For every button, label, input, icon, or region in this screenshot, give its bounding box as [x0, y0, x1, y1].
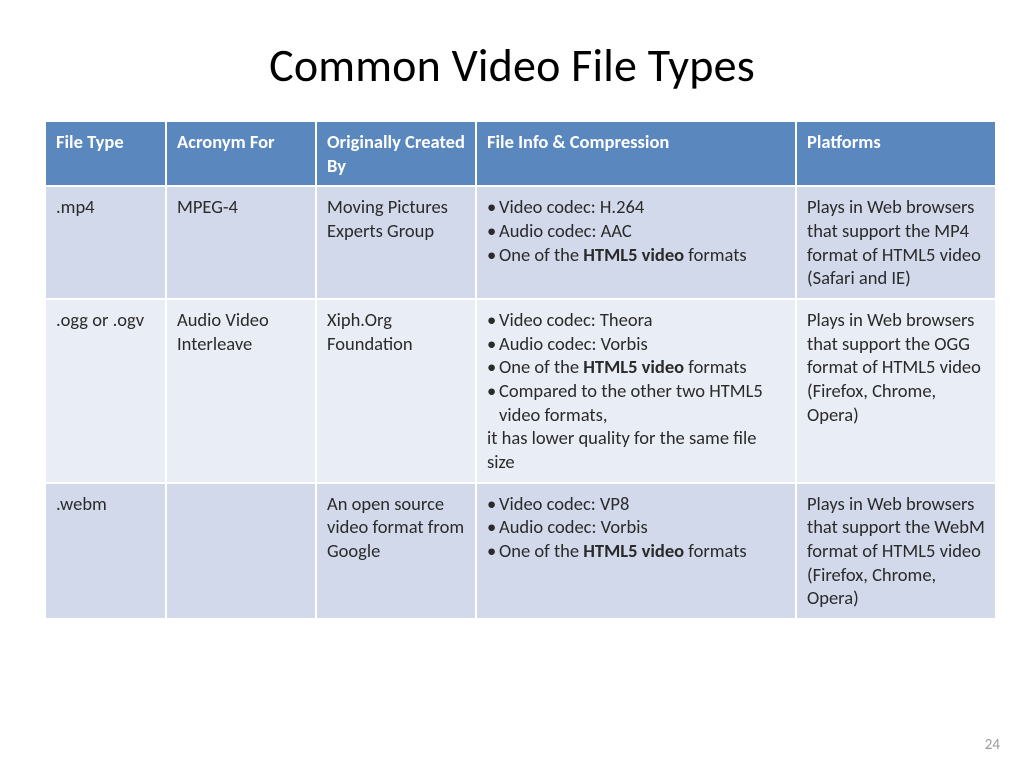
table-row: .mp4MPEG-4Moving Pictures Experts GroupV…	[46, 186, 996, 299]
cell-acronym	[166, 483, 316, 619]
info-bullets: Video codec: TheoraAudio codec: VorbisOn…	[487, 308, 785, 426]
cell-platforms: Plays in Web browsers that support the O…	[796, 299, 996, 483]
cell-file-info: Video codec: VP8Audio codec: VorbisOne o…	[476, 483, 796, 619]
table-body: .mp4MPEG-4Moving Pictures Experts GroupV…	[46, 186, 996, 619]
info-bullet: Compared to the other two HTML5 video fo…	[487, 379, 785, 426]
col-header-file-info: File Info & Compression	[476, 122, 796, 186]
cell-file-info: Video codec: H.264Audio codec: AACOne of…	[476, 186, 796, 299]
info-bullet: Video codec: Theora	[487, 308, 785, 332]
info-bullet: Video codec: H.264	[487, 195, 785, 219]
cell-originally: An open source video format from Google	[316, 483, 476, 619]
col-header-platforms: Platforms	[796, 122, 996, 186]
info-bullet: One of the HTML5 video formats	[487, 355, 785, 379]
cell-acronym: MPEG-4	[166, 186, 316, 299]
cell-platforms: Plays in Web browsers that support the W…	[796, 483, 996, 619]
cell-file-type: .ogg or .ogv	[46, 299, 166, 483]
info-bullet: Audio codec: Vorbis	[487, 332, 785, 356]
cell-originally: Xiph.Org Foundation	[316, 299, 476, 483]
cell-acronym: Audio Video Interleave	[166, 299, 316, 483]
cell-originally: Moving Pictures Experts Group	[316, 186, 476, 299]
info-bullets: Video codec: VP8Audio codec: VorbisOne o…	[487, 492, 785, 563]
page-number: 24	[985, 736, 1000, 754]
table-header-row: File Type Acronym For Originally Created…	[46, 122, 996, 186]
info-extra: it has lower quality for the same file s…	[487, 426, 785, 473]
cell-platforms: Plays in Web browsers that support the M…	[796, 186, 996, 299]
col-header-originally: Originally Created By	[316, 122, 476, 186]
table-row: .ogg or .ogvAudio Video InterleaveXiph.O…	[46, 299, 996, 483]
page-title: Common Video File Types	[46, 38, 978, 94]
table-row: .webm An open source video format from Go…	[46, 483, 996, 619]
col-header-acronym: Acronym For	[166, 122, 316, 186]
info-bullet: Audio codec: AAC	[487, 219, 785, 243]
info-bullets: Video codec: H.264Audio codec: AACOne of…	[487, 195, 785, 266]
cell-file-type: .webm	[46, 483, 166, 619]
col-header-file-type: File Type	[46, 122, 166, 186]
video-file-types-table: File Type Acronym For Originally Created…	[46, 122, 997, 620]
cell-file-type: .mp4	[46, 186, 166, 299]
slide: Common Video File Types File Type Acrony…	[0, 0, 1024, 768]
info-bullet: One of the HTML5 video formats	[487, 243, 785, 267]
info-bullet: Audio codec: Vorbis	[487, 515, 785, 539]
info-bullet: Video codec: VP8	[487, 492, 785, 516]
info-bullet: One of the HTML5 video formats	[487, 539, 785, 563]
cell-file-info: Video codec: TheoraAudio codec: VorbisOn…	[476, 299, 796, 483]
